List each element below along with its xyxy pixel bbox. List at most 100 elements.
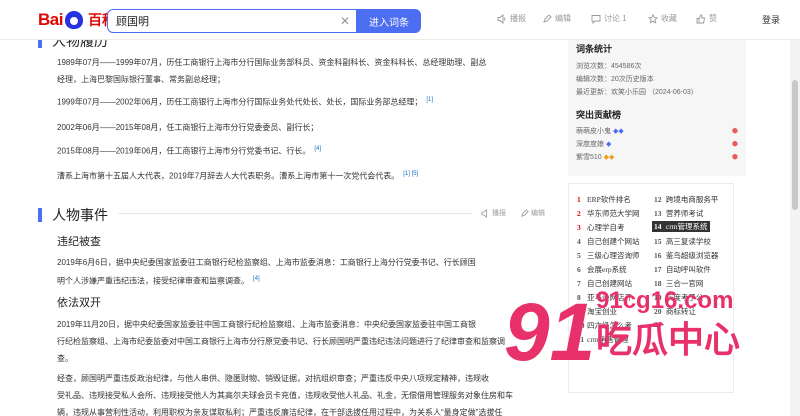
scrollbar-thumb[interactable]: [792, 80, 798, 210]
clear-icon[interactable]: ✕: [340, 14, 350, 28]
enter-entry-button[interactable]: 进入词条: [357, 9, 421, 33]
stats-title: 词条统计: [576, 44, 613, 54]
rank-item[interactable]: 12 跨境电商服务平: [654, 194, 718, 205]
rank-item[interactable]: 15 高三复读学校: [654, 236, 711, 247]
collect-tool[interactable]: 收藏: [648, 13, 677, 24]
subsection-title: 依法双开: [57, 297, 101, 309]
search-box[interactable]: ✕: [107, 9, 357, 33]
rank-item[interactable]: 9 淘宝创业: [577, 306, 617, 317]
sub2-paragraph-1: 2019年11月20日，据中央纪委国家监委驻中国工商银行纪检监察组、上海市监委消…: [57, 316, 557, 367]
career-heading: 人物履历: [38, 40, 108, 51]
rank-item[interactable]: 5 三级心理咨询师: [577, 250, 640, 261]
star-icon: [648, 13, 658, 24]
contrib-title: 突出贡献榜: [576, 110, 622, 120]
logo-bai: Bai: [38, 10, 63, 29]
events-tools: 播报 编辑: [481, 208, 545, 218]
sub2-line-2: 行纪检监察组、上海市纪委监委对中国工商银行上海市分行原党委书记、行长顾国明严重违…: [57, 337, 505, 346]
contributor-name: 紫雪510: [576, 154, 602, 161]
rank-item[interactable]: 6 会展erp系统: [577, 264, 627, 275]
pencil-icon: [543, 13, 552, 23]
stat-updated: 最近更新：欢笑小乐园 （2024-06-03）: [576, 89, 698, 96]
sub1-line-2: 明个人涉嫌严重违纪违法，接受纪律审查和监察调查。: [57, 276, 249, 286]
citation[interactable]: [1] [5]: [403, 171, 418, 177]
play-label: 播报: [510, 14, 526, 23]
contributor-name: 深度度娘: [576, 141, 604, 148]
career-paragraph-3: 2002年06月——2015年08月，任工商银行上海市分行党委委员、副行长；: [57, 119, 557, 136]
contributor-name: 萌萌皮小鬼: [576, 128, 611, 135]
contributor-row[interactable]: 萌萌皮小鬼 ◆◆ ⬢: [576, 125, 738, 138]
speaker-icon: [481, 208, 487, 218]
rank-item[interactable]: 18 三合一官网: [654, 278, 703, 289]
citation[interactable]: [4]: [314, 146, 321, 152]
citation[interactable]: [4]: [253, 276, 260, 282]
rank-item[interactable]: 19 灰度考了公: [654, 292, 703, 303]
subsection-title: 违纪被查: [57, 236, 101, 248]
discuss-label: 讨论 1: [604, 14, 627, 23]
medal-icon: ⬢: [731, 154, 738, 161]
rank-item[interactable]: 21: [654, 320, 664, 329]
chat-icon: [591, 14, 601, 24]
rank-item[interactable]: 2 华东师范大学网: [577, 208, 640, 219]
events-edit[interactable]: 编辑: [520, 208, 545, 218]
events-play-label: 播报: [492, 210, 506, 217]
rank-item[interactable]: 20 商标转让: [654, 306, 696, 317]
discuss-tool[interactable]: 讨论 1: [591, 13, 627, 24]
speaker-icon: [497, 13, 506, 24]
contributor-row[interactable]: 紫雪510 ◆◆ ⬢: [576, 151, 738, 164]
rank-item[interactable]: 17 自动呼叫软件: [654, 264, 711, 275]
rank-item[interactable]: 3 心理学自考: [577, 222, 625, 233]
rank-item[interactable]: 16 鉴鸟超级浏览器: [654, 250, 718, 261]
rank-item[interactable]: 11 crm销售管理: [577, 334, 629, 345]
stat-edits[interactable]: 编辑次数：20次历史版本: [576, 73, 738, 86]
events-play[interactable]: 播报: [481, 208, 506, 218]
sub2-line-1: 2019年11月20日，据中央纪委国家监委驻中国工商银行纪检监察组、上海市监委消…: [57, 320, 476, 329]
sidebar: 词条统计 浏览次数：454586次 编辑次数：20次历史版本 最近更新：欢笑小乐…: [568, 40, 746, 416]
baidu-baike-logo[interactable]: Bai 百科: [38, 9, 116, 31]
contributor-row[interactable]: 深度度娘 ◆ ⬢: [576, 138, 738, 151]
career-text: 2002年06月——2015年08月，任工商银行上海市分行党委委员、副行长；: [57, 123, 319, 132]
medal-icon: ⬢: [731, 141, 738, 148]
pencil-icon: [521, 208, 529, 217]
sub1-line-1: 2019年6月6日，据中央纪委国家监委驻工商银行纪检监察组、上海市监委消息：工商…: [57, 258, 476, 267]
rank-item[interactable]: 8 亚马逊网店开: [577, 292, 632, 303]
rank-item[interactable]: 7 自己创建网站: [577, 278, 632, 289]
rank-item[interactable]: 1 ERP软件排名: [577, 194, 631, 205]
heading-bar: [38, 40, 42, 48]
paw-icon: [64, 11, 83, 29]
rank-item-highlighted[interactable]: 14 crm管理系统: [652, 221, 710, 232]
search-input[interactable]: [108, 10, 328, 32]
contributors-box: 突出贡献榜 萌萌皮小鬼 ◆◆ ⬢ 深度度娘 ◆ ⬢ 紫雪510 ◆◆ ⬢: [568, 104, 746, 176]
career-line-1: 1989年07月——1999年07月，历任工商银行上海市分行国际业务部科员、资金…: [57, 58, 487, 67]
medal-icon: ⬢: [731, 128, 738, 135]
like-tool[interactable]: 赞: [696, 13, 717, 24]
edit-tool[interactable]: 编辑: [542, 13, 571, 24]
main-content: 人物履历 1989年07月——1999年07月，历任工商银行上海市分行国际业务部…: [0, 40, 565, 416]
career-paragraph-1: 1989年07月——1999年07月，历任工商银行上海市分行国际业务部科员、资金…: [57, 54, 557, 88]
login-link[interactable]: 登录: [762, 13, 780, 26]
career-paragraph-5: 漕系上海市第十五届人大代表，2019年7月辞去人大代表职务。漕系上海市第十一次党…: [57, 166, 557, 185]
sub2-paragraph-2: 经查，顾国明严重违反政治纪律，与他人串供、隐匿财物、销毁证据，对抗组织审查；严重…: [57, 370, 557, 416]
ranking-list: 1 ERP软件排名 12 跨境电商服务平 2 华东师范大学网 13 营养师考试 3心…: [568, 183, 734, 393]
thumbs-up-icon: [696, 14, 706, 23]
section-divider: [118, 213, 472, 214]
rank-item[interactable]: 13 营养师考试: [654, 208, 703, 219]
collect-label: 收藏: [661, 14, 677, 23]
badge-icon: ◆◆: [612, 128, 624, 135]
career-paragraph-2: 1999年07月——2002年06月，历任工商银行上海市分行国际业务处代处长、处…: [57, 92, 557, 111]
career-text: 1999年07月——2002年06月，历任工商银行上海市分行国际业务处代处长、处…: [57, 97, 423, 107]
play-tool[interactable]: 播报: [497, 13, 526, 24]
sub2-p2-line-2: 受礼品、违规接受私人会所、违规接受他人为其高尔夫球会员卡充值，违规收受他人礼品、…: [57, 391, 513, 400]
citation[interactable]: [1]: [426, 97, 433, 103]
rank-item[interactable]: 4 自己创建个网站: [577, 236, 640, 247]
like-label: 赞: [709, 14, 717, 23]
heading-bar: [38, 208, 42, 222]
badge-icon: ◆◆: [603, 154, 615, 161]
sub2-p2-line-1: 经查，顾国明严重违反政治纪律，与他人串供、隐匿财物、销毁证据，对抗组织审查；严重…: [57, 374, 489, 383]
career-heading-title: 人物履历: [52, 40, 108, 49]
sub2-line-3: 查。: [57, 354, 73, 363]
badge-icon: ◆: [605, 141, 612, 148]
rank-item[interactable]: 10 四六级怎么考: [577, 320, 632, 331]
career-text: 漕系上海市第十五届人大代表，2019年7月辞去人大代表职务。漕系上海市第十一次党…: [57, 171, 400, 181]
sub2-p2-line-3: 辆，违规从事营利性活动，利用职权为亲友谋取私利；严重违反廉洁纪律，在干部选拔任用…: [57, 408, 503, 416]
career-line-2: 经理，上海巴黎国际银行董事、常务副总经理；: [57, 75, 225, 84]
